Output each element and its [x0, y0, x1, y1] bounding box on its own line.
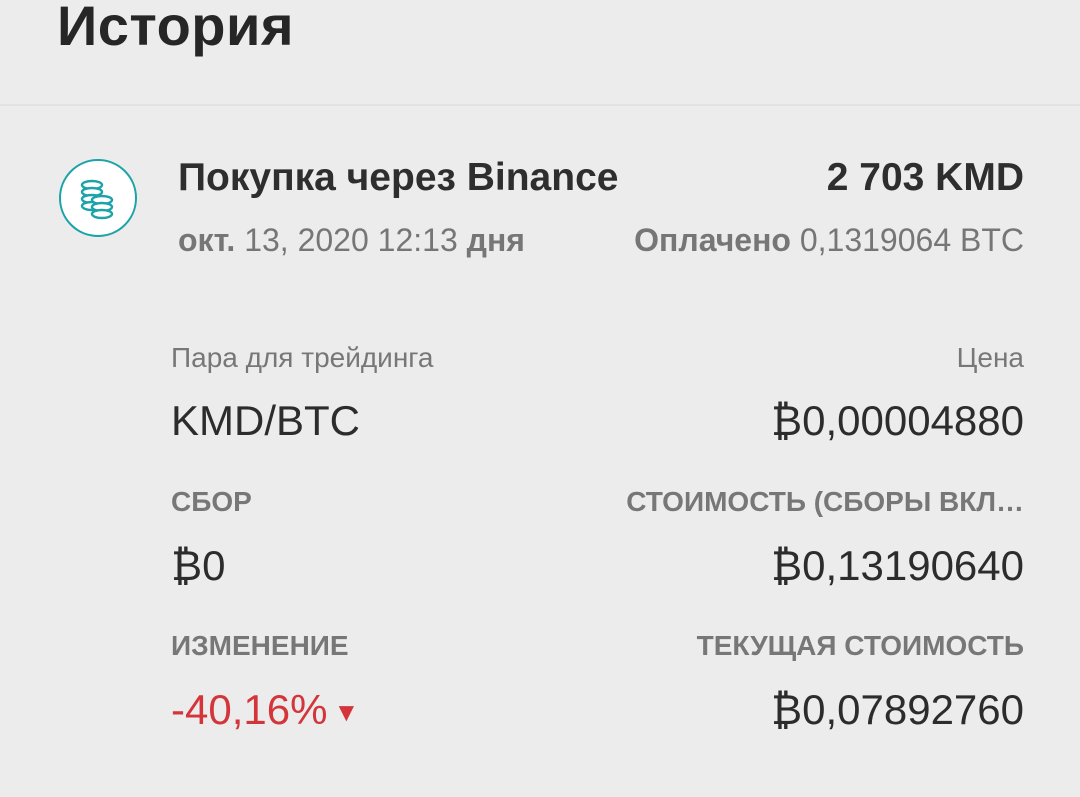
- change-label: ИЗМЕНЕНИЕ: [171, 630, 349, 661]
- transaction-date: окт. 13, 2020 12:13 дня: [178, 222, 525, 259]
- current-value-label: ТЕКУЩАЯ СТОИМОСТЬ: [696, 630, 1024, 661]
- transaction-amount: 2 703 KMD: [826, 156, 1024, 199]
- cost-label: СТОИМОСТЬ (СБОРЫ ВКЛ…: [626, 486, 1024, 517]
- price-value: ₿0,00004880: [771, 397, 1024, 444]
- change-value: -40,16% ▼: [171, 686, 359, 734]
- coins-icon: [59, 159, 137, 237]
- fee-label: СБОР: [171, 486, 252, 517]
- transaction-paid: Оплачено 0,1319064 BTC: [634, 222, 1024, 259]
- paid-label: Оплачено: [634, 222, 791, 258]
- transaction-title: Покупка через Binance: [178, 156, 619, 199]
- date-month: окт.: [178, 222, 236, 258]
- change-percent: -40,16%: [171, 686, 328, 733]
- price-label: Цена: [956, 342, 1024, 373]
- down-arrow-icon: ▼: [333, 697, 360, 728]
- history-header: История: [0, 0, 1080, 106]
- fee-value: ₿0: [171, 542, 226, 589]
- date-period: дня: [466, 222, 525, 258]
- page-title: История: [57, 0, 295, 57]
- cost-value: ₿0,13190640: [771, 542, 1024, 589]
- pair-value: KMD/BTC: [171, 397, 360, 444]
- current-value: ₿0,07892760: [771, 686, 1024, 733]
- pair-label: Пара для трейдинга: [171, 342, 434, 373]
- date-time: 13, 2020 12:13: [244, 222, 458, 258]
- paid-value: 0,1319064 BTC: [799, 222, 1024, 258]
